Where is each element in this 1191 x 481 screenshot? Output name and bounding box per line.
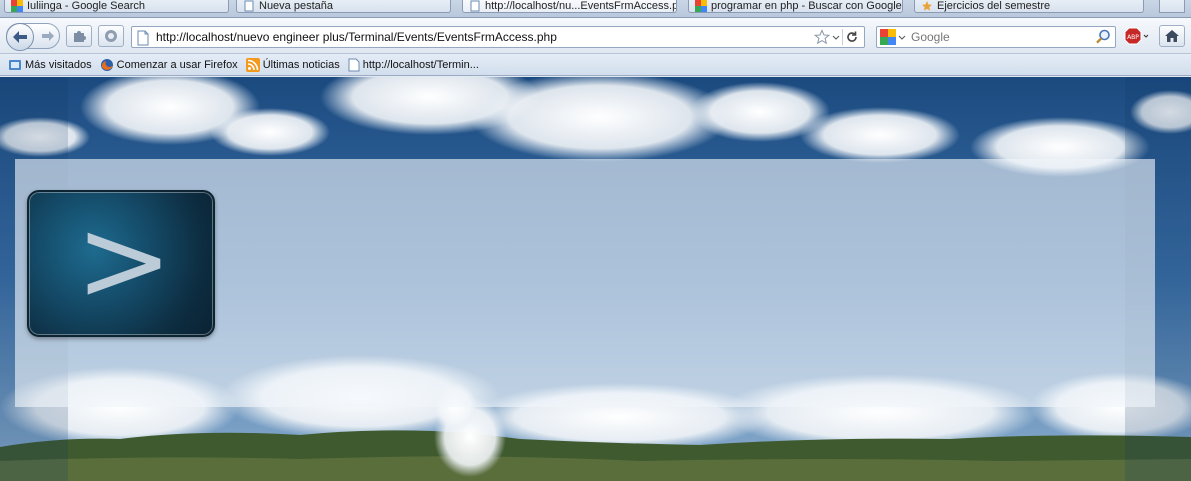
search-bar[interactable] [876, 26, 1116, 48]
bookmark-star-icon[interactable] [814, 29, 830, 45]
google-icon [880, 29, 896, 45]
chevron-down-icon[interactable] [832, 29, 840, 45]
url-text[interactable]: http://localhost/nuevo engineer plus/Ter… [156, 27, 557, 47]
adblock-icon: ABP [1124, 27, 1149, 45]
home-icon [1165, 30, 1179, 42]
stop-icon [105, 30, 117, 42]
search-engine-selector[interactable] [880, 29, 906, 45]
tab-label: Ejercicios del semestre [937, 0, 1051, 12]
bookmark-label: Más visitados [25, 58, 92, 71]
tab-label: http://localhost/nu...EventsFrmAccess.ph… [485, 0, 677, 12]
home-button[interactable] [1159, 25, 1185, 47]
chevron-right-icon: > [75, 192, 173, 328]
search-magnifier-icon[interactable] [1095, 29, 1111, 45]
forward-arrow-icon [42, 31, 54, 41]
bookmark-most-visited[interactable]: Más visitados [8, 58, 92, 72]
enter-arrow-button[interactable]: > [27, 190, 215, 337]
page-icon [137, 30, 149, 46]
most-visited-icon [9, 59, 21, 70]
address-bar[interactable]: http://localhost/nuevo engineer plus/Ter… [131, 26, 865, 48]
firefox-icon [100, 58, 113, 71]
puzzle-addon-button[interactable] [66, 25, 92, 47]
stop-button[interactable] [98, 25, 124, 47]
bookmark-localhost[interactable]: http://localhost/Termin... [348, 58, 479, 72]
bookmark-label: Últimas noticias [262, 58, 340, 71]
page-viewport: > [0, 77, 1191, 481]
bookmarks-toolbar: Más visitados Comenzar a usar Firefox Úl… [0, 54, 1191, 76]
reload-icon [846, 31, 857, 42]
bookmark-label: Comenzar a usar Firefox [116, 58, 238, 71]
adblock-button[interactable]: ABP [1122, 25, 1152, 47]
tab-events-access[interactable]: http://localhost/nu...EventsFrmAccess.ph… [462, 0, 677, 13]
page-icon [348, 58, 360, 71]
page-icon [470, 0, 480, 12]
tab-label: Nueva pestaña [259, 0, 333, 12]
tab-google-search[interactable]: Iuliinga - Google Search [4, 0, 229, 13]
back-forward-group [6, 23, 60, 51]
back-button[interactable] [6, 23, 34, 51]
google-favicon-icon [11, 0, 23, 12]
star-favicon-icon [922, 1, 932, 11]
tab-google-php[interactable]: programar en php - Buscar con Google [688, 0, 903, 13]
page-icon [244, 0, 254, 12]
bookmark-latest-news[interactable]: Últimas noticias [245, 57, 340, 72]
navigation-toolbar: http://localhost/nuevo engineer plus/Ter… [0, 18, 1191, 54]
chevron-down-icon [898, 35, 906, 40]
puzzle-icon [74, 31, 86, 42]
tab-strip: Iuliinga - Google Search Nueva pestaña h… [0, 0, 1191, 18]
bookmark-label: http://localhost/Termin... [362, 58, 479, 71]
tab-label: Iuliinga - Google Search [27, 0, 146, 12]
google-favicon-icon [695, 0, 707, 12]
tab-new-tab[interactable]: Nueva pestaña [236, 0, 451, 13]
tab-list-button[interactable] [1159, 0, 1185, 13]
reload-button[interactable] [842, 29, 860, 45]
search-input[interactable] [911, 27, 1086, 47]
back-arrow-icon [13, 31, 27, 43]
tab-ejercicios[interactable]: Ejercicios del semestre [914, 0, 1144, 13]
bookmark-firefox-start[interactable]: Comenzar a usar Firefox [100, 58, 238, 72]
forward-button[interactable] [39, 27, 57, 45]
tab-label: programar en php - Buscar con Google [711, 0, 902, 12]
rss-icon [245, 57, 260, 72]
svg-text:ABP: ABP [1127, 34, 1139, 41]
